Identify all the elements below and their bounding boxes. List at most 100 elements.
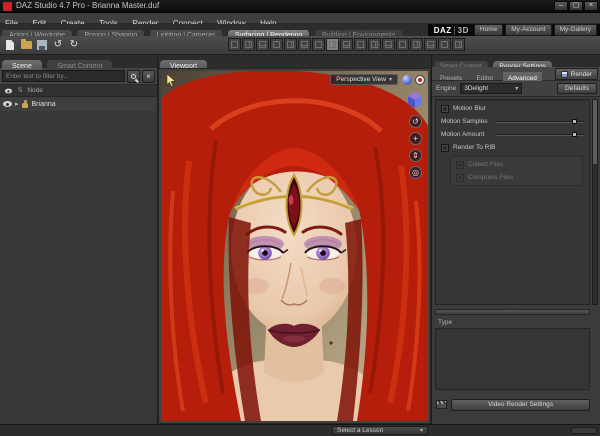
document-icon	[6, 40, 14, 50]
clear-filter-button[interactable]: ×	[142, 69, 155, 83]
window-title: DAZ Studio 4.7 Pro - Brianna Master.duf	[16, 1, 160, 10]
app-logo-icon	[3, 2, 12, 11]
search-button[interactable]	[127, 69, 140, 83]
node-label: Brianna	[31, 100, 56, 108]
brand-3d-text: 3D	[453, 25, 469, 35]
slider-handle[interactable]	[571, 119, 577, 124]
pan-icon[interactable]: +	[409, 132, 422, 145]
folder-icon	[20, 39, 32, 49]
viewport-canvas[interactable]: Perspective View ▾ ↺ + ⇕ ◎	[161, 71, 428, 421]
viewport-body: Perspective View ▾ ↺ + ⇕ ◎	[158, 68, 431, 424]
daz3d-logo: DAZ 3D	[431, 25, 472, 35]
pane-layout-icon[interactable]	[396, 38, 409, 51]
camera-view-label: Perspective View	[336, 76, 386, 83]
pane-layout-icon[interactable]	[228, 38, 241, 51]
pane-layout-icon[interactable]	[368, 38, 381, 51]
my-account-button[interactable]: My-Account	[505, 24, 552, 36]
scene-panel: Scene Smart Content × S Node ▸ Brianna	[0, 55, 158, 424]
shaded-sphere-icon[interactable]	[402, 75, 412, 85]
pane-layout-icon[interactable]	[298, 38, 311, 51]
motion-amount-slider[interactable]	[495, 130, 584, 139]
chevron-down-icon: ▾	[388, 77, 392, 83]
scene-tree: ▸ Brianna	[0, 97, 157, 424]
status-bar: Select a Lesson ▾	[0, 424, 600, 436]
pane-layout-icon[interactable]	[424, 38, 437, 51]
pane-layout-icon[interactable]	[256, 38, 269, 51]
dolly-icon[interactable]: ⇕	[409, 149, 422, 162]
scene-node-brianna[interactable]: ▸ Brianna	[0, 97, 157, 111]
render-button[interactable]: Render	[554, 68, 598, 80]
activity-bar: Actors | Wardrobe Posing | Shaping Light…	[0, 24, 600, 42]
view-cube-icon[interactable]	[406, 91, 424, 109]
video-render-settings-button[interactable]: Video Render Settings	[451, 398, 590, 411]
close-button[interactable]: ×	[584, 1, 598, 11]
engine-row: Engine 3Delight ▾ Defaults	[432, 81, 600, 97]
save-file-button[interactable]	[35, 38, 49, 52]
main-toolbar: ↺ ↻	[0, 36, 600, 55]
defaults-button[interactable]: Defaults	[557, 83, 597, 94]
pane-layout-icon[interactable]	[284, 38, 297, 51]
engine-select[interactable]: 3Delight ▾	[460, 83, 523, 94]
maximize-button[interactable]: ▢	[569, 1, 583, 11]
minimize-button[interactable]: –	[554, 1, 568, 11]
open-file-button[interactable]	[19, 38, 33, 52]
scene-filter-input[interactable]	[2, 70, 125, 82]
figure-icon	[22, 99, 29, 109]
pane-layout-icon[interactable]	[452, 38, 465, 51]
pane-layout-icon[interactable]	[312, 38, 325, 51]
pane-layout-icon[interactable]	[340, 38, 353, 51]
chevron-down-icon: ▾	[515, 86, 519, 92]
expander-icon[interactable]: ▸	[15, 100, 19, 108]
render-panel-tabs: Smart Content Render Settings	[432, 55, 600, 73]
viewport-panel: Viewport Perspective View ▾ ↺ + ⇕ ◎	[158, 55, 431, 424]
render-to-rib-checkbox[interactable]	[441, 143, 449, 152]
pane-splitter[interactable]: · · ·	[435, 309, 590, 315]
pane-layout-icon[interactable]	[354, 38, 367, 51]
collect-files-checkbox	[456, 160, 464, 169]
brand-daz-text: DAZ	[433, 25, 452, 35]
type-list[interactable]	[435, 328, 590, 390]
frame-icon[interactable]: ◎	[409, 166, 422, 179]
pane-layout-icon[interactable]	[382, 38, 395, 51]
camera-view-selector[interactable]: Perspective View ▾	[330, 74, 398, 85]
file-tool-group: ↺ ↻	[3, 38, 81, 52]
slider-handle[interactable]	[571, 132, 577, 137]
viewport-tab-row: Viewport	[158, 55, 431, 73]
lesson-selector[interactable]: Select a Lesson ▾	[332, 426, 428, 435]
pane-layout-icon[interactable]	[410, 38, 423, 51]
visibility-eye-icon[interactable]	[3, 101, 12, 107]
search-icon	[131, 73, 136, 79]
redo-button[interactable]: ↻	[67, 38, 81, 52]
status-widget	[571, 427, 597, 434]
pane-layout-icon-active[interactable]	[326, 38, 339, 51]
splitter-grip: · · ·	[506, 308, 519, 314]
motion-blur-checkbox[interactable]	[441, 104, 449, 113]
render-icon	[560, 70, 568, 78]
viewport-layout-toolbar	[228, 38, 465, 51]
undo-button[interactable]: ↺	[51, 38, 65, 52]
app-window: DAZ Studio 4.7 Pro - Brianna Master.duf …	[0, 0, 600, 436]
home-button[interactable]: Home	[473, 24, 504, 36]
aim-target-icon[interactable]	[415, 75, 425, 85]
new-file-button[interactable]	[3, 38, 17, 52]
motion-blur-label: Motion Blur	[453, 105, 486, 112]
scrollbar[interactable]	[592, 99, 598, 305]
rib-options-group: Collect Files Compress Files	[450, 156, 583, 186]
render-to-rib-label: Render To RIB	[453, 144, 496, 151]
advanced-options-group: Motion Blur Motion Samples Motion Amount…	[435, 99, 590, 305]
motion-samples-slider[interactable]	[495, 117, 584, 126]
pane-layout-icon[interactable]	[438, 38, 451, 51]
video-row: Video Render Settings	[436, 398, 590, 411]
scene-list-header: S Node	[0, 85, 157, 97]
motion-blur-row: Motion Blur	[436, 102, 589, 115]
chevron-down-icon: ▾	[419, 428, 423, 434]
save-icon	[37, 40, 47, 50]
compress-files-checkbox	[456, 173, 464, 182]
pane-layout-icon[interactable]	[270, 38, 283, 51]
motion-samples-row: Motion Samples	[436, 115, 589, 128]
scrollbar-thumb[interactable]	[593, 100, 597, 164]
pane-layout-icon[interactable]	[242, 38, 255, 51]
orbit-icon[interactable]: ↺	[409, 115, 422, 128]
my-gallery-button[interactable]: My-Gallery	[553, 24, 597, 36]
video-icon	[436, 400, 447, 409]
